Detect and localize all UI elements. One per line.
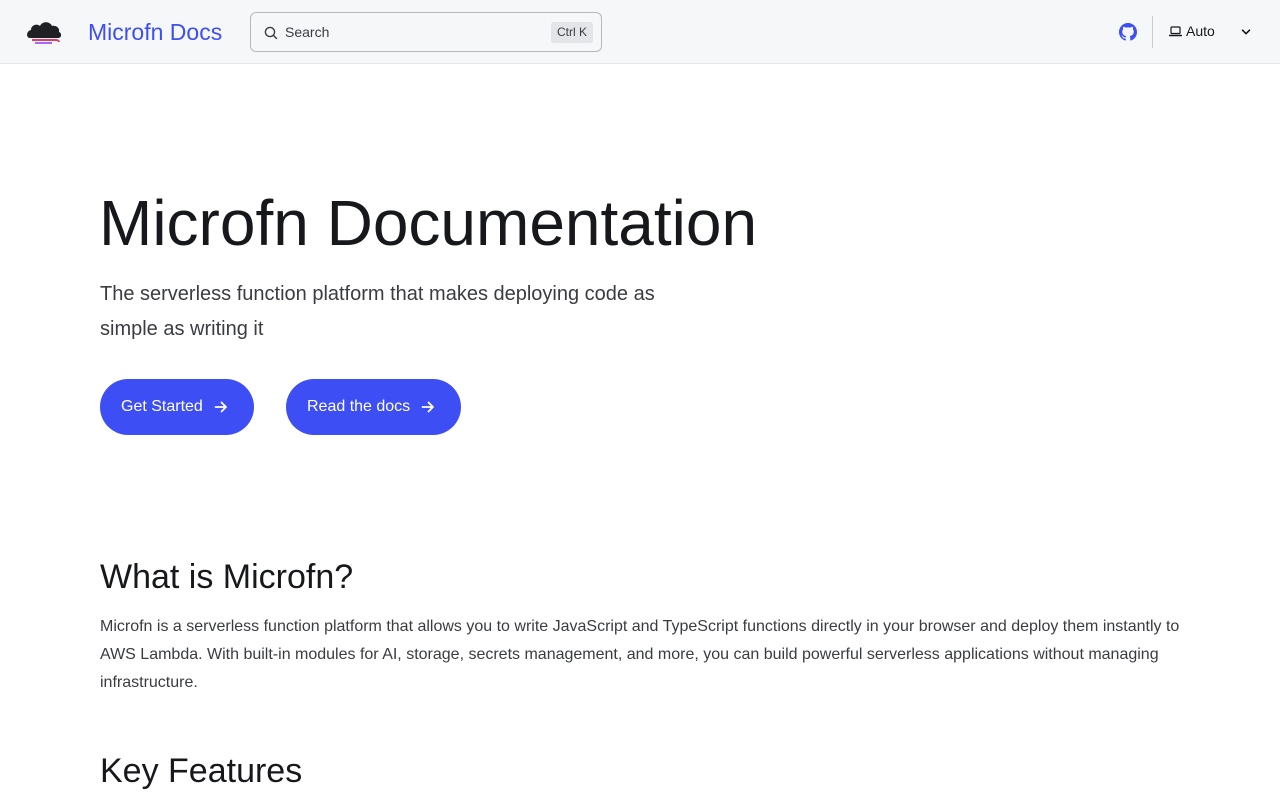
- hero-subtitle: The serverless function platform that ma…: [100, 283, 655, 340]
- chevron-down-icon: [1241, 29, 1251, 35]
- arrow-right-icon: [214, 401, 227, 413]
- search-icon: [264, 26, 278, 40]
- site-header: Microfn Docs Search Ctrl K Auto: [0, 0, 1280, 64]
- github-icon[interactable]: [1119, 23, 1137, 41]
- search-button[interactable]: Search Ctrl K: [250, 12, 602, 52]
- get-started-label: Get Started: [121, 398, 203, 415]
- theme-select-value: Auto: [1186, 23, 1215, 39]
- section-heading-what-is: What is Microfn?: [100, 558, 354, 596]
- site-title-link[interactable]: Microfn Docs: [88, 17, 222, 47]
- read-docs-label: Read the docs: [307, 398, 411, 415]
- read-docs-button[interactable]: Read the docs: [286, 379, 461, 435]
- section-heading-key-features: Key Features: [100, 752, 303, 790]
- arrow-right-icon: [421, 401, 434, 413]
- search-shortcut: Ctrl K: [551, 22, 593, 43]
- search-label: Search: [285, 24, 330, 40]
- get-started-button[interactable]: Get Started: [100, 379, 254, 435]
- theme-select[interactable]: Auto: [1168, 20, 1258, 44]
- section-paragraph: Microfn is a serverless function platfor…: [100, 618, 1180, 691]
- page-title: Microfn Documentation: [99, 187, 758, 259]
- laptop-icon: [1169, 26, 1182, 37]
- cloud-logo-icon[interactable]: [26, 18, 64, 46]
- header-divider: [1152, 16, 1153, 48]
